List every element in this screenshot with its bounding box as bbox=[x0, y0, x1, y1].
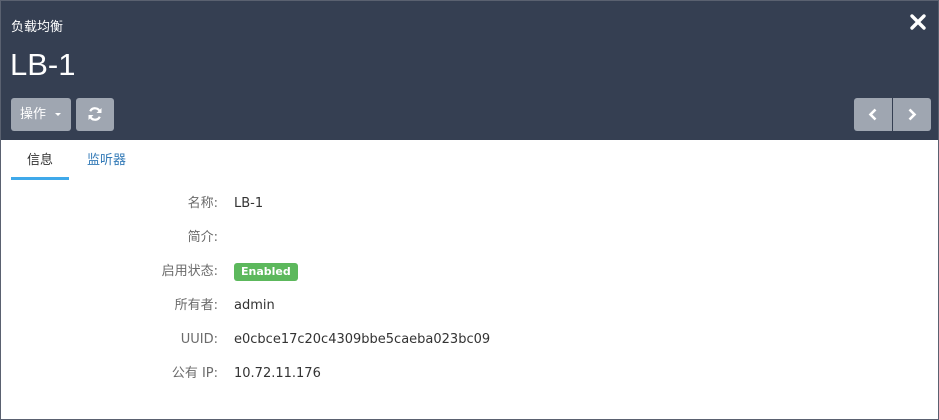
refresh-icon bbox=[88, 107, 102, 121]
name-label: 名称: bbox=[187, 196, 218, 211]
uuid-label: UUID: bbox=[180, 332, 218, 347]
actions-dropdown-button[interactable]: 操作 bbox=[11, 98, 71, 131]
next-button[interactable] bbox=[893, 98, 931, 131]
status-badge: Enabled bbox=[234, 263, 298, 281]
tab-listeners[interactable]: 监听器 bbox=[87, 152, 126, 170]
public-ip-value: 10.72.11.176 bbox=[234, 366, 321, 381]
owner-label: 所有者: bbox=[174, 298, 218, 313]
chevron-right-icon bbox=[908, 108, 917, 121]
chevron-left-icon bbox=[868, 108, 877, 121]
owner-value: admin bbox=[234, 298, 275, 313]
tab-info[interactable]: 信息 bbox=[27, 152, 53, 170]
uuid-value: e0cbce17c20c4309bbe5caeba023bc09 bbox=[234, 332, 491, 347]
description-label: 简介: bbox=[187, 230, 218, 245]
active-tab-indicator bbox=[11, 177, 69, 180]
actions-label: 操作 bbox=[20, 107, 47, 122]
enabled-status-label: 启用状态: bbox=[161, 264, 218, 279]
detail-panel: 负载均衡 LB-1 操作 信息 监听器 名称: LB-1 简介: 启用状态: E… bbox=[0, 0, 939, 420]
name-value: LB-1 bbox=[234, 196, 264, 211]
resource-type-label: 负载均衡 bbox=[11, 20, 64, 35]
caret-down-icon bbox=[55, 113, 61, 116]
panel-header: 负载均衡 LB-1 操作 bbox=[1, 1, 938, 140]
previous-button[interactable] bbox=[854, 98, 892, 131]
refresh-button[interactable] bbox=[76, 98, 114, 131]
page-title: LB-1 bbox=[10, 47, 76, 82]
close-icon bbox=[910, 14, 926, 30]
public-ip-label: 公有 IP: bbox=[171, 366, 218, 381]
close-button[interactable] bbox=[908, 12, 928, 32]
